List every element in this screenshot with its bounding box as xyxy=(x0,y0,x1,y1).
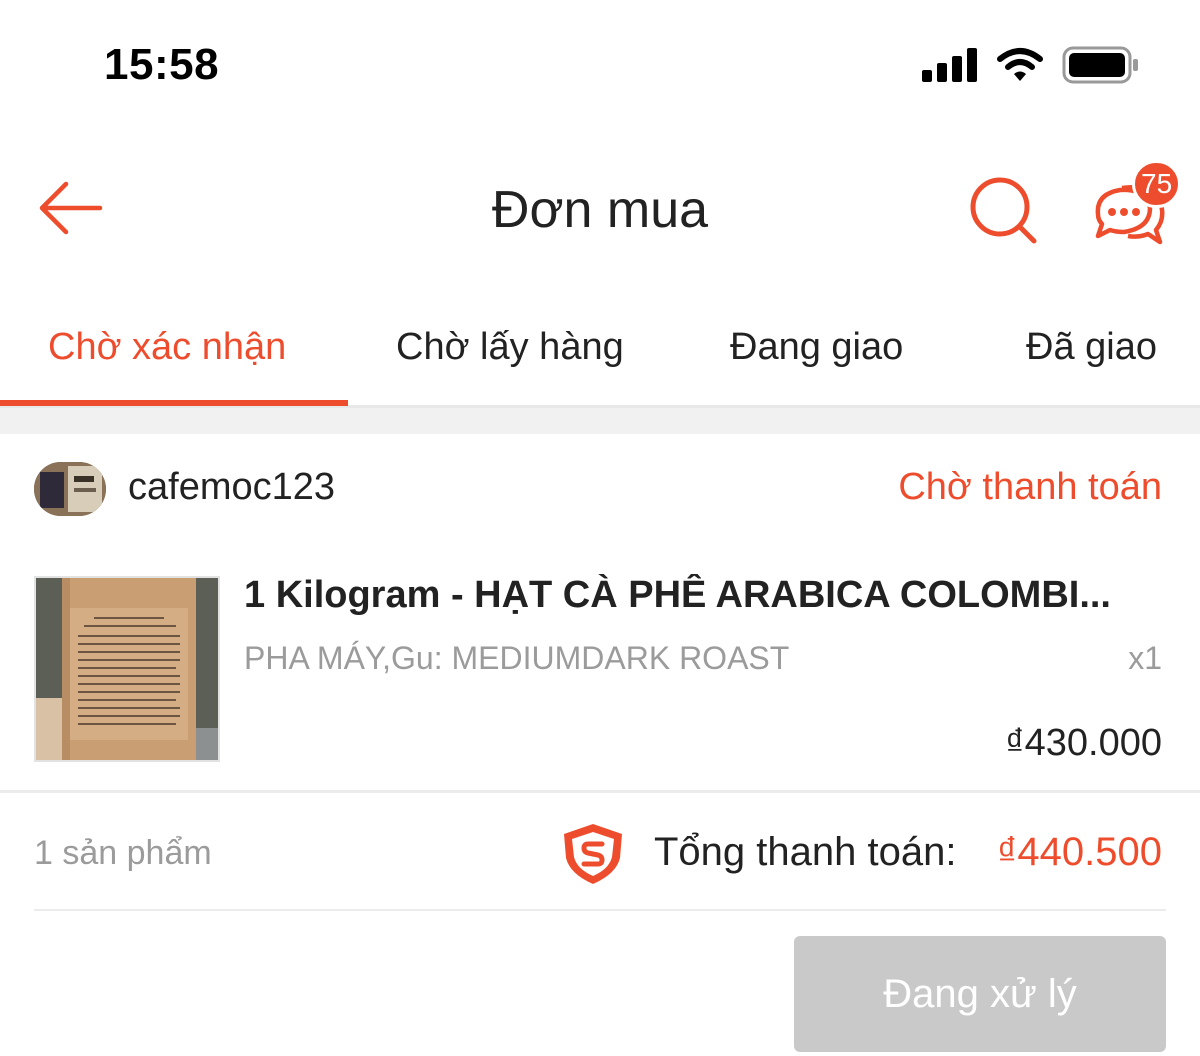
search-icon xyxy=(970,177,1037,244)
section-separator xyxy=(0,408,1200,434)
total-amount: ₫440.500 xyxy=(996,830,1162,874)
wifi-icon xyxy=(997,48,1043,81)
header: Đơn mua xyxy=(0,140,1200,280)
product-quantity: x1 xyxy=(1128,640,1162,676)
product-thumbnail[interactable] xyxy=(34,576,220,762)
status-icons xyxy=(922,46,1140,84)
tab-cho-lay-hang[interactable]: Chờ lấy hàng xyxy=(396,326,624,369)
chat-badge: 75 xyxy=(1132,160,1182,208)
shopee-guarantee-shield-icon xyxy=(564,824,622,884)
shop-avatar[interactable] xyxy=(34,462,106,516)
order-status: Chờ thanh toán xyxy=(898,466,1162,508)
shop-name[interactable]: cafemoc123 xyxy=(128,466,335,509)
tab-dang-giao[interactable]: Đang giao xyxy=(730,326,903,369)
shop-avatar-image xyxy=(34,462,106,516)
order-tabs: Chờ xác nhận Chờ lấy hàng Đang giao Đã g… xyxy=(0,300,1200,408)
active-tab-indicator xyxy=(0,400,348,406)
total-label: Tổng thanh toán: xyxy=(654,830,957,874)
tab-cho-xac-nhan[interactable]: Chờ xác nhận xyxy=(48,326,286,369)
order-list-screen: 15:58 Đơn mua 75 Chờ xác nhận Chờ lấy hà… xyxy=(0,0,1200,1056)
battery-icon xyxy=(1062,46,1138,84)
item-count: 1 sản phẩm xyxy=(34,834,212,872)
status-time: 15:58 xyxy=(104,40,220,89)
product-variant: PHA MÁY,Gu: MEDIUMDARK ROAST xyxy=(244,640,790,676)
status-bar: 15:58 xyxy=(0,0,1200,130)
divider xyxy=(0,790,1200,793)
divider xyxy=(34,909,1166,911)
product-price: ₫430.000 xyxy=(1005,722,1162,764)
product-name[interactable]: 1 Kilogram - HẠT CÀ PHÊ ARABICA COLOMBI.… xyxy=(244,574,1164,617)
tab-da-giao[interactable]: Đã giao xyxy=(1026,326,1157,369)
search-button[interactable] xyxy=(966,174,1038,246)
cellular-signal-icon xyxy=(922,48,977,82)
product-image xyxy=(36,578,218,760)
processing-button[interactable]: Đang xử lý xyxy=(794,936,1166,1052)
